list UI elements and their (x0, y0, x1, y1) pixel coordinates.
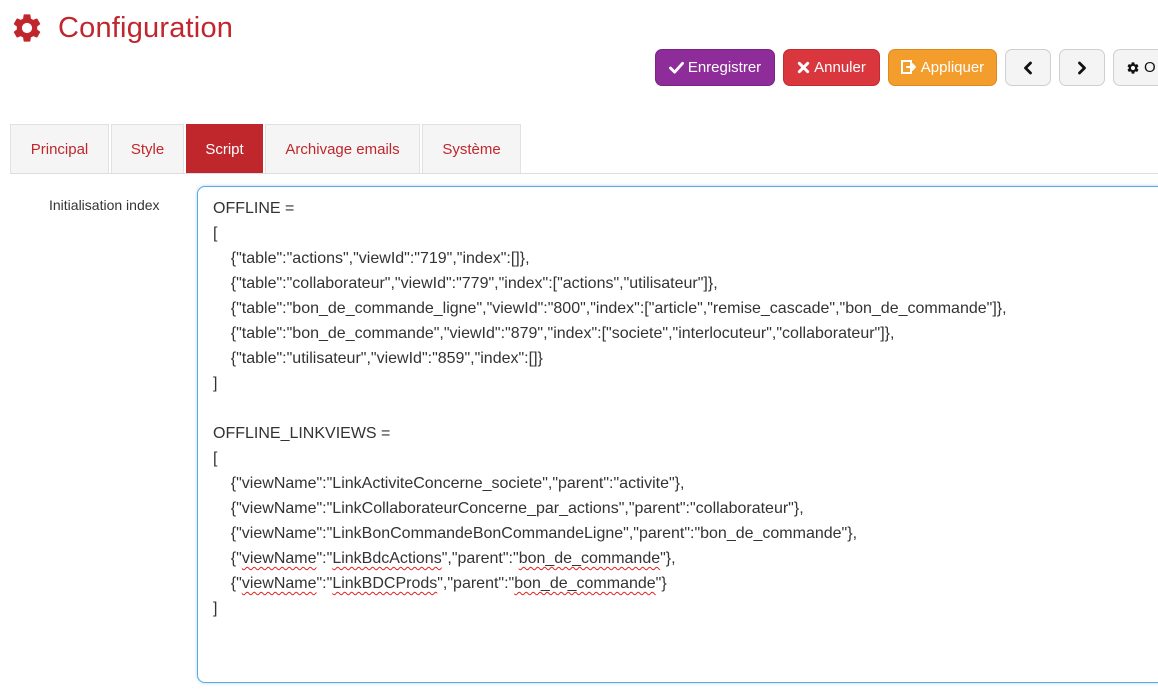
code-line: {"viewName":"LinkBonCommandeBonCommandeL… (213, 525, 858, 542)
cancel-button[interactable]: Annuler (783, 49, 880, 86)
tab-label: Style (130, 140, 165, 158)
code-line: {"table":"bon_de_commande","viewId":"879… (213, 325, 895, 342)
code-line: {"viewName":"LinkActiviteConcerne_societ… (213, 475, 685, 492)
code-line: ] (213, 375, 218, 392)
cog-icon (1126, 61, 1140, 75)
next-button[interactable] (1059, 49, 1105, 86)
code-line: ] (213, 600, 218, 617)
spellcheck-word: bon_de_commande (514, 575, 656, 592)
tab-label: Script (205, 140, 244, 158)
code-line: {"table":"collaborateur","viewId":"779",… (213, 275, 718, 292)
chevron-left-icon (1023, 61, 1033, 75)
tab-script[interactable]: Script (186, 124, 263, 173)
toolbar: Enregistrer Annuler Appliquer O (655, 49, 1158, 86)
code-line: {"table":"actions","viewId":"719","index… (213, 250, 530, 267)
options-button[interactable]: O (1113, 49, 1158, 86)
apply-button-label: Appliquer (920, 59, 985, 76)
spellcheck-word: viewName (241, 575, 317, 592)
code-line: [ (213, 450, 218, 467)
code-line: OFFLINE_LINKVIEWS = (213, 425, 391, 442)
apply-icon (900, 60, 917, 75)
save-button[interactable]: Enregistrer (655, 49, 775, 86)
spellcheck-word: LinkBDCProds (332, 575, 438, 592)
tab-label: Archivage emails (285, 140, 400, 158)
code-line: {"viewName":"LinkBdcActions","parent":"b… (213, 550, 676, 567)
code-line: OFFLINE = (213, 200, 295, 217)
tab-label: Système (442, 140, 501, 158)
code-line: {"table":"bon_de_commande_ligne","viewId… (213, 300, 1007, 317)
code-line: {"viewName":"LinkBDCProds","parent":"bon… (213, 575, 667, 592)
close-icon (797, 61, 810, 74)
configuration-page: Configuration Enregistrer Annuler Appliq… (0, 0, 1158, 695)
spellcheck-word: viewName (241, 550, 317, 567)
page-header: Configuration (10, 8, 233, 48)
chevron-right-icon (1077, 61, 1087, 75)
tab-systeme[interactable]: Système (422, 124, 521, 173)
spellcheck-word: LinkBdcActions (332, 550, 442, 567)
options-button-label: O (1144, 59, 1156, 76)
tab-archivage-emails[interactable]: Archivage emails (265, 124, 420, 173)
check-icon (668, 61, 684, 74)
code-line: {"table":"utilisateur","viewId":"859","i… (213, 350, 543, 367)
gear-icon (13, 14, 41, 42)
page-title: Configuration (58, 11, 234, 44)
tab-style[interactable]: Style (111, 124, 184, 173)
tab-principal[interactable]: Principal (10, 124, 109, 173)
code-line: [ (213, 225, 218, 242)
cancel-button-label: Annuler (814, 59, 866, 76)
previous-button[interactable] (1005, 49, 1051, 86)
code-line: {"viewName":"LinkCollaborateurConcerne_p… (213, 500, 804, 517)
apply-button[interactable]: Appliquer (888, 49, 997, 86)
tab-bar: Principal Style Script Archivage emails … (10, 124, 1158, 174)
field-label: Initialisation index (49, 197, 160, 213)
save-button-label: Enregistrer (687, 59, 762, 76)
spellcheck-word: bon_de_commande (518, 550, 661, 567)
tab-label: Principal (30, 140, 89, 158)
script-editor[interactable]: OFFLINE = [ {"table":"actions","viewId":… (197, 186, 1158, 683)
